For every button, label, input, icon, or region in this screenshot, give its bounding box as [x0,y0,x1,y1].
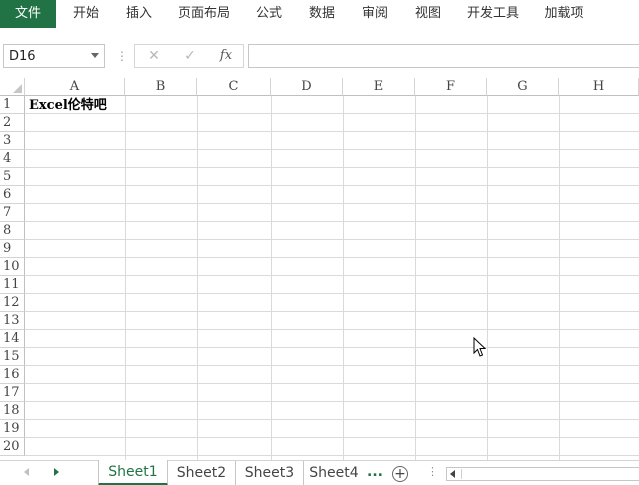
gridline [25,311,639,312]
name-box-dropdown-icon[interactable] [91,53,99,58]
gridline [271,96,272,460]
horizontal-scrollbar[interactable] [446,467,639,481]
formula-bar: D16 ⋮ ✕ ✓ fx [0,42,639,70]
row-header[interactable]: 2 [0,114,25,132]
column-header-g[interactable]: G [487,78,559,96]
gridline [25,347,639,348]
row-header[interactable]: 14 [0,330,25,348]
row-header[interactable]: 3 [0,132,25,150]
scroll-left-icon[interactable] [450,470,455,478]
gridline [25,293,639,294]
sheet-tab-sheet4[interactable]: Sheet4 [304,461,364,485]
insert-function-icon[interactable]: fx [216,48,236,63]
column-header-c[interactable]: C [197,78,271,96]
cell-a1[interactable]: Excel伦特吧 [29,97,107,115]
row-header[interactable]: 17 [0,384,25,402]
row-header[interactable]: 10 [0,258,25,276]
gridline [25,167,639,168]
scrollbar-thumb[interactable] [461,469,639,479]
row-header[interactable]: 11 [0,276,25,294]
cancel-icon[interactable]: ✕ [144,48,164,64]
gridline [25,365,639,366]
row-header[interactable]: 4 [0,150,25,168]
tab-add-ins[interactable]: 加载项 [536,0,592,28]
next-sheet-icon[interactable] [54,468,59,476]
formula-bar-grip-icon[interactable]: ⋮ [116,49,128,63]
tab-insert[interactable]: 插入 [116,0,162,28]
gridline [25,131,639,132]
gridline [25,221,639,222]
row-header[interactable]: 7 [0,204,25,222]
mouse-pointer-icon [473,337,487,357]
gridline [25,203,639,204]
previous-sheet-icon[interactable] [24,468,29,476]
gridline [197,96,198,460]
gridline [25,455,639,456]
gridline [125,96,126,460]
gridline [343,96,344,460]
sheet-tab-bar: Sheet1 Sheet2 Sheet3 Sheet4 ... + ⋮ [0,460,639,485]
gridline [25,401,639,402]
tab-splitter-icon[interactable]: ⋮ [427,466,438,478]
gridline [25,113,639,114]
add-sheet-icon[interactable]: + [392,466,408,482]
column-header-d[interactable]: D [271,78,343,96]
gridline [559,96,560,460]
row-header[interactable]: 20 [0,438,25,456]
gridline [25,329,639,330]
more-sheets-button[interactable]: ... [367,461,383,483]
select-all-icon [13,84,22,93]
sheet-tab-sheet3[interactable]: Sheet3 [236,461,304,485]
row-header[interactable]: 16 [0,366,25,384]
worksheet-grid[interactable]: A B C D E F G H 1 2 3 4 5 6 7 8 9 10 11 … [0,78,639,460]
enter-icon[interactable]: ✓ [180,48,200,64]
column-header-e[interactable]: E [343,78,415,96]
gridline [25,239,639,240]
gridline [25,419,639,420]
row-header[interactable]: 6 [0,186,25,204]
tab-page-layout[interactable]: 页面布局 [172,0,236,28]
column-header-a[interactable]: A [25,78,125,96]
name-box-value: D16 [9,49,36,64]
row-header[interactable]: 9 [0,240,25,258]
row-header[interactable]: 18 [0,402,25,420]
tab-file[interactable]: 文件 [0,0,56,28]
row-header[interactable]: 15 [0,348,25,366]
row-header[interactable]: 5 [0,168,25,186]
select-all-button[interactable] [0,78,25,96]
tab-data[interactable]: 数据 [300,0,344,28]
row-header[interactable]: 1 [0,96,25,114]
tab-developer[interactable]: 开发工具 [460,0,526,28]
ribbon-tab-bar: 文件 开始 插入 页面布局 公式 数据 审阅 视图 开发工具 加载项 [0,0,639,28]
row-header[interactable]: 12 [0,294,25,312]
sheet-tab-sheet2[interactable]: Sheet2 [168,461,236,485]
column-header-f[interactable]: F [415,78,487,96]
row-header[interactable]: 13 [0,312,25,330]
gridline [25,257,639,258]
formula-buttons: ✕ ✓ fx [134,44,244,68]
gridline [25,275,639,276]
gridline [415,96,416,460]
row-header[interactable]: 19 [0,420,25,438]
tab-formulas[interactable]: 公式 [248,0,290,28]
tab-review[interactable]: 审阅 [353,0,397,28]
gridline [25,383,639,384]
formula-input[interactable] [248,44,639,68]
tab-home[interactable]: 开始 [62,0,110,28]
gridline [25,185,639,186]
sheet-tab-sheet1[interactable]: Sheet1 [98,460,168,485]
tab-view[interactable]: 视图 [406,0,450,28]
gridline [487,96,488,460]
row-header[interactable]: 8 [0,222,25,240]
gridline [25,437,639,438]
name-box[interactable]: D16 [3,44,105,68]
gridline [25,149,639,150]
column-header-b[interactable]: B [125,78,197,96]
column-header-h[interactable]: H [559,78,639,96]
